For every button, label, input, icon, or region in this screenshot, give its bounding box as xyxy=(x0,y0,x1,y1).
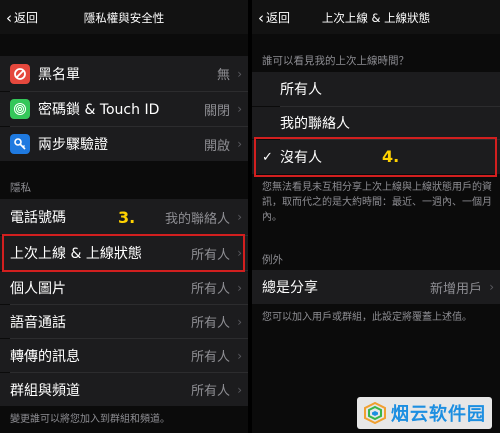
chevron-right-icon: › xyxy=(237,382,242,397)
row-value: 關閉 xyxy=(203,103,230,119)
watermark-text: 烟云软件园 xyxy=(391,404,486,425)
row-value: 我的聯絡人 xyxy=(164,211,230,227)
chevron-right-icon: › xyxy=(237,280,242,295)
question-header: 誰可以看見我的上次上線時間？ xyxy=(262,55,409,67)
row-value: 新增用戶 xyxy=(429,281,482,297)
watermark: 烟云软件园 xyxy=(357,397,492,429)
row-blocklist[interactable]: 黑名單 無 › xyxy=(0,56,248,91)
chevron-right-icon: › xyxy=(489,280,494,294)
row-passcode[interactable]: 密碼鎖 & Touch ID 關閉 › xyxy=(0,92,248,126)
row-value: 所有人 xyxy=(190,350,230,365)
row-label: 電話號碼 xyxy=(10,210,66,226)
option-label: 我的聯絡人 xyxy=(280,116,350,132)
row-two-step[interactable]: 兩步驟驗證 開啟 › xyxy=(0,127,248,161)
chevron-right-icon: › xyxy=(237,348,242,363)
chevron-right-icon: › xyxy=(237,314,242,329)
row-value: 所有人 xyxy=(190,316,230,331)
row-value: 無 xyxy=(216,68,230,83)
page-title: 上次上線 & 上線狀態 xyxy=(321,11,431,25)
groups-footer-note: 變更誰可以將您加入到群組和頻道。 xyxy=(10,414,170,425)
row-label: 兩步驟驗證 xyxy=(38,137,108,153)
last-seen-note: 您無法看見未互相分享上次上線與上線狀態用戶的資訊，取而代之的是大約時間：最近、一… xyxy=(262,182,492,223)
row-value: 所有人 xyxy=(190,384,230,399)
row-value: 開啟 xyxy=(203,138,230,154)
row-profile-photo[interactable]: 個人圖片 所有人 › xyxy=(0,271,248,304)
row-label: 黑名單 xyxy=(38,66,80,83)
row-label: 轉傳的訊息 xyxy=(10,348,80,365)
chevron-right-icon: › xyxy=(237,102,242,116)
row-value: 所有人 xyxy=(190,282,230,297)
exceptions-header: 例外 xyxy=(262,254,283,266)
nav-bar: ‹ 返回 隱私權與安全性 xyxy=(0,0,248,34)
row-label: 語音通話 xyxy=(10,314,66,331)
row-label: 個人圖片 xyxy=(10,280,66,297)
option-everyone[interactable]: 所有人 xyxy=(252,72,500,106)
last-seen-screen: ‹ 返回 上次上線 & 上線狀態 誰可以看見我的上次上線時間？ 所有人 我的聯絡… xyxy=(252,0,500,433)
chevron-right-icon: › xyxy=(237,66,242,81)
chevron-right-icon: › xyxy=(237,210,242,224)
row-groups-channels[interactable]: 群組與頻道 所有人 › xyxy=(0,373,248,406)
page-title: 隱私權與安全性 xyxy=(83,11,165,25)
step-label: 3. xyxy=(118,208,136,227)
option-my-contacts[interactable]: 我的聯絡人 xyxy=(252,107,500,139)
exceptions-note: 您可以加入用戶或群組，此設定將覆蓋上述值。 xyxy=(262,312,472,323)
highlight-box xyxy=(254,137,497,177)
row-forwarded-messages[interactable]: 轉傳的訊息 所有人 › xyxy=(0,339,248,372)
row-label: 群組與頻道 xyxy=(10,382,80,399)
privacy-security-screen: ‹ 返回 隱私權與安全性 黑名單 無 › 密碼鎖 & Touch ID 關閉 ›… xyxy=(0,0,248,433)
chevron-right-icon: › xyxy=(237,137,242,151)
row-always-share[interactable]: 總是分享 新增用戶 › xyxy=(252,270,500,304)
section-header: 隱私 xyxy=(10,182,31,194)
row-label: 總是分享 xyxy=(262,280,318,296)
row-voice-calls[interactable]: 語音通話 所有人 › xyxy=(0,305,248,338)
watermark-logo-icon xyxy=(364,402,386,424)
highlight-box xyxy=(2,234,245,272)
option-label: 所有人 xyxy=(280,82,322,98)
row-label: 密碼鎖 & Touch ID xyxy=(38,102,160,118)
key-icon xyxy=(10,134,30,154)
fingerprint-icon xyxy=(10,99,30,119)
block-icon xyxy=(10,63,30,84)
nav-bar: ‹ 返回 上次上線 & 上線狀態 xyxy=(252,0,500,34)
step-label: 4. xyxy=(382,147,400,166)
